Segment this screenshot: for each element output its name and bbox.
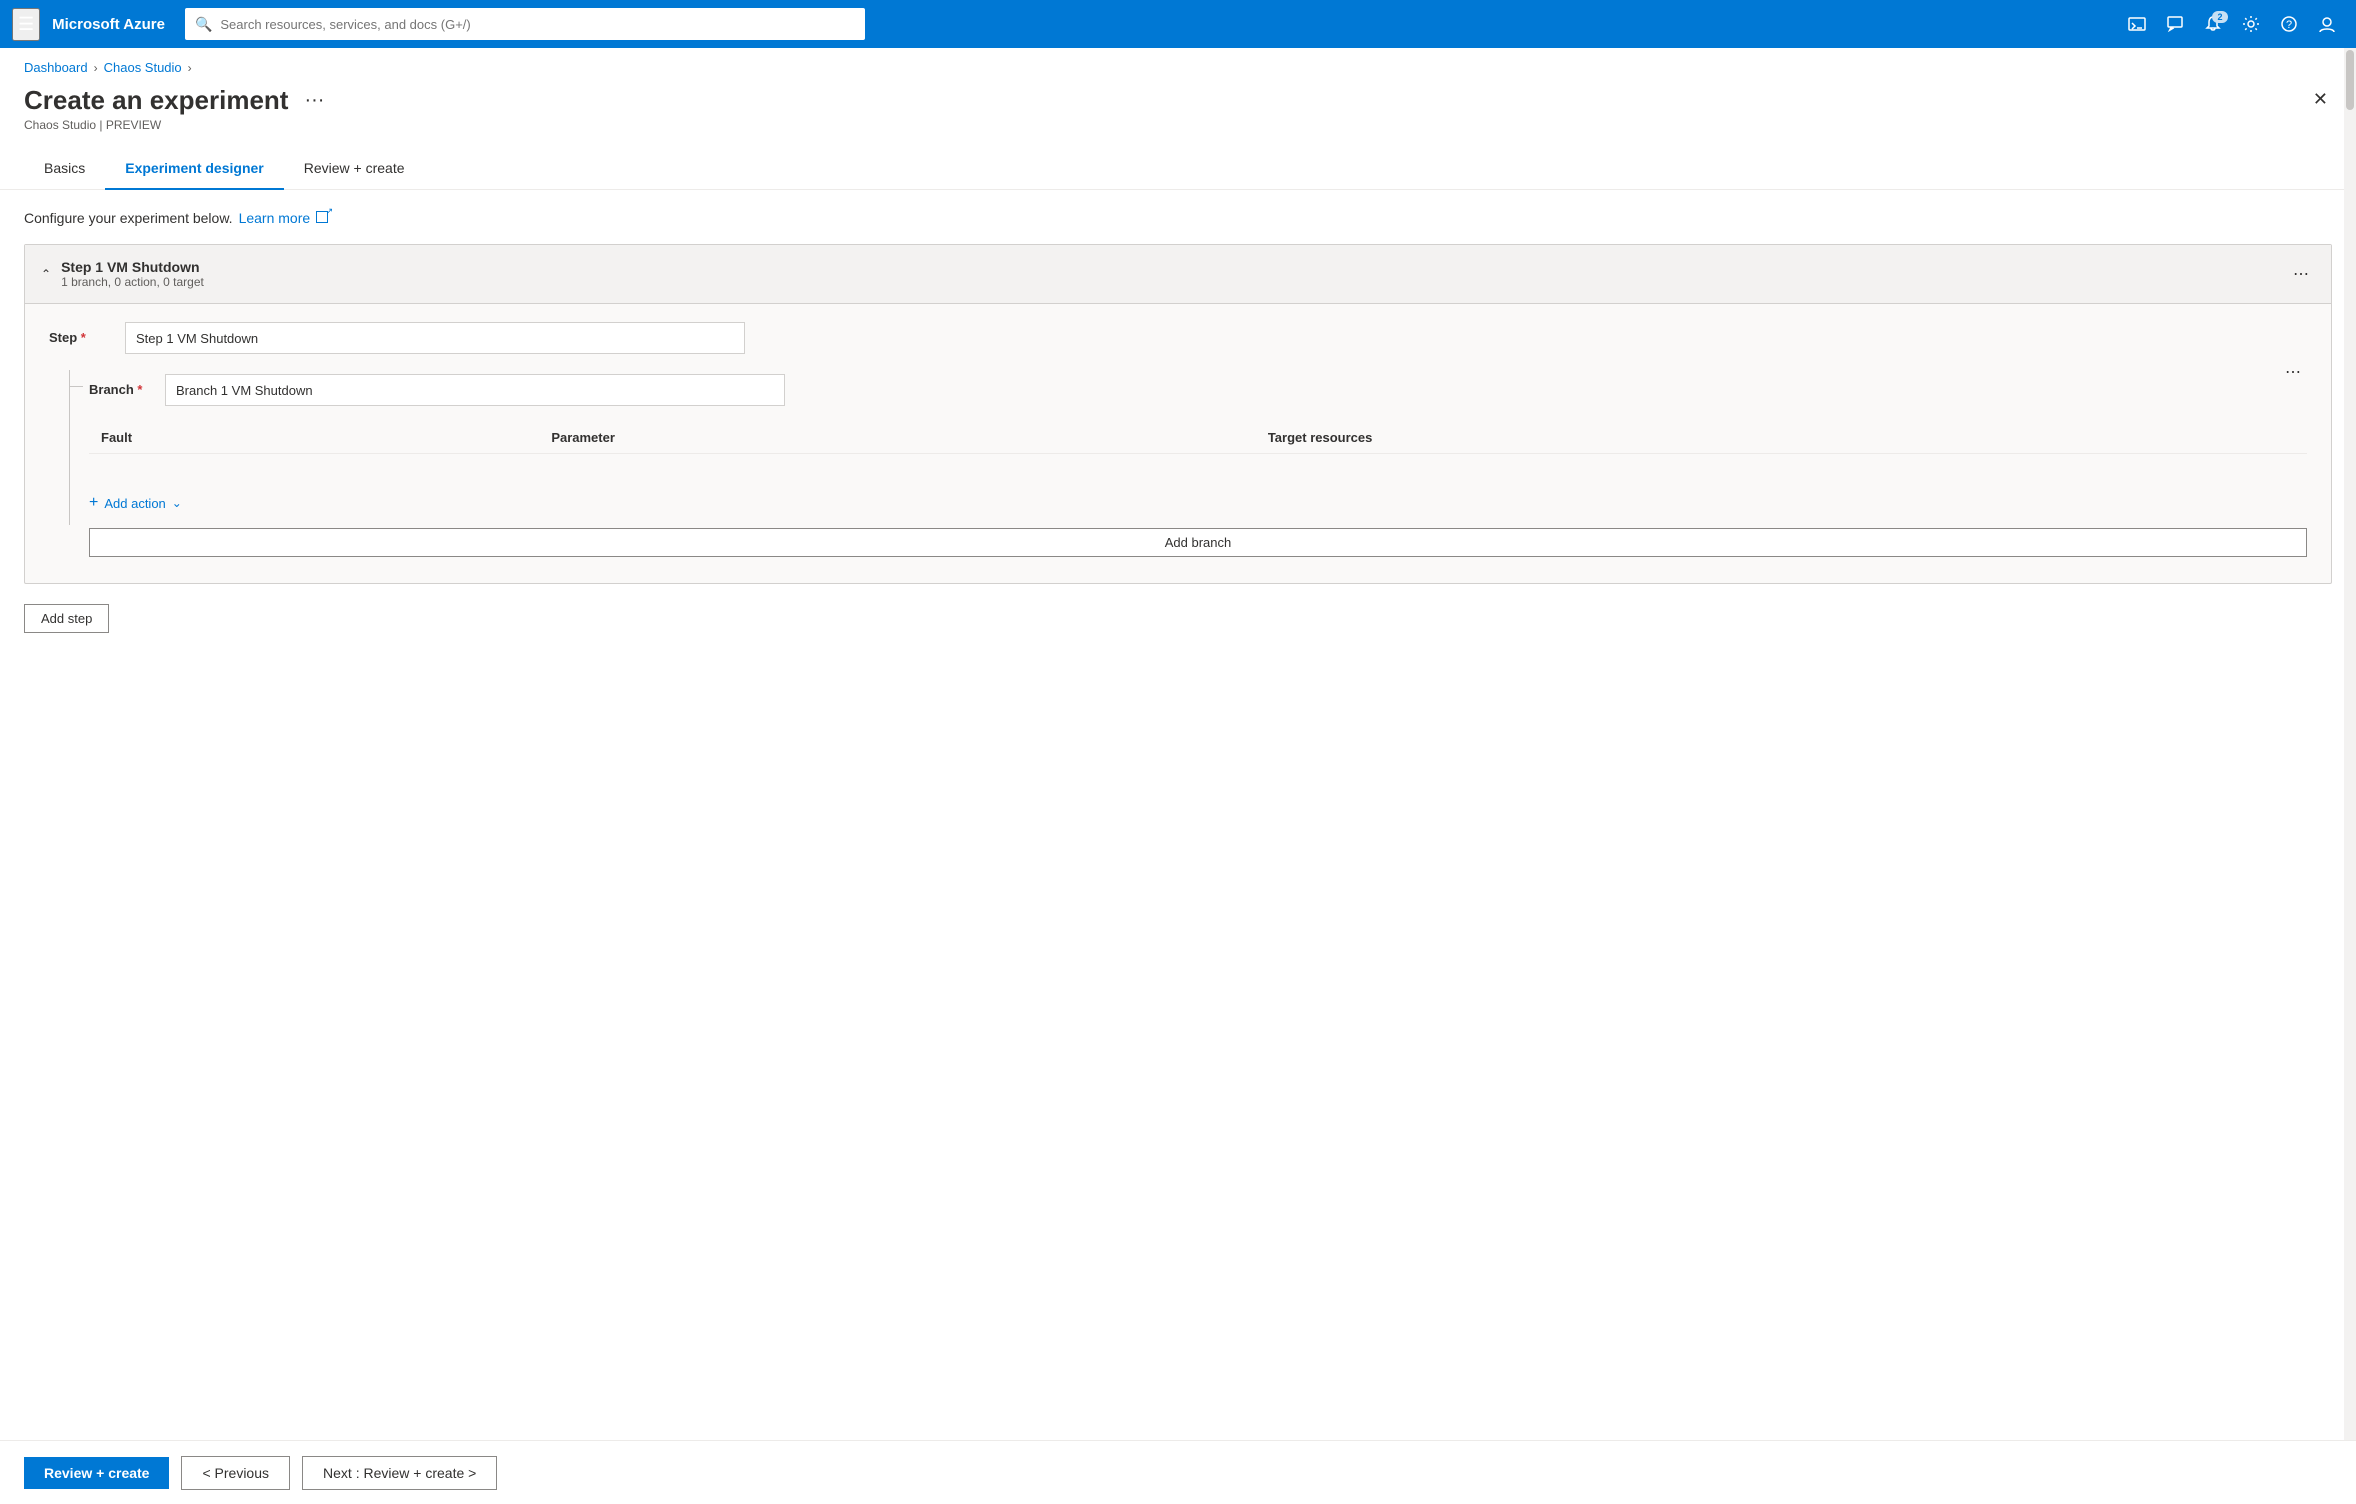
previous-button[interactable]: < Previous <box>181 1456 290 1490</box>
step-more-button[interactable]: ⋯ <box>2287 262 2315 286</box>
branch-label: Branch * <box>89 374 149 397</box>
add-action-chevron-icon: ⌄ <box>172 496 182 510</box>
breadcrumb-chaos-studio[interactable]: Chaos Studio <box>104 60 182 75</box>
search-box: 🔍 <box>185 8 865 40</box>
tab-experiment-designer[interactable]: Experiment designer <box>105 150 284 190</box>
topbar: ☰ Microsoft Azure 🔍 2 ? <box>0 0 2356 48</box>
app-logo: Microsoft Azure <box>52 16 165 33</box>
add-branch-button[interactable]: Add branch <box>89 528 2307 557</box>
search-icon: 🔍 <box>195 16 212 33</box>
fault-empty-row <box>89 454 2307 471</box>
step-name: Step 1 VM Shutdown <box>61 259 204 275</box>
topbar-actions: 2 ? <box>2120 9 2344 39</box>
notification-count: 2 <box>2212 11 2228 23</box>
step-info: Step 1 VM Shutdown 1 branch, 0 action, 0… <box>61 259 204 289</box>
add-action-label: Add action <box>104 496 165 511</box>
cloud-shell-button[interactable] <box>2120 9 2154 39</box>
help-button[interactable]: ? <box>2272 9 2306 39</box>
fault-table-body <box>89 454 2307 471</box>
fault-col-header: Fault <box>89 422 539 454</box>
tab-basics[interactable]: Basics <box>24 150 105 190</box>
scrollbar-thumb[interactable] <box>2346 50 2354 110</box>
account-button[interactable] <box>2310 9 2344 39</box>
config-hint: Configure your experiment below. Learn m… <box>24 210 2332 226</box>
content-area: Configure your experiment below. Learn m… <box>0 190 2356 653</box>
notifications-button[interactable]: 2 <box>2196 9 2230 39</box>
tab-review-create[interactable]: Review + create <box>284 150 425 190</box>
add-action-plus-icon: + <box>89 494 98 512</box>
settings-button[interactable] <box>2234 9 2268 39</box>
target-col-header: Target resources <box>1256 422 2307 454</box>
page-title-area: Create an experiment ··· <box>24 85 328 116</box>
step-header-left: ⌃ Step 1 VM Shutdown 1 branch, 0 action,… <box>41 259 204 289</box>
close-button[interactable]: ✕ <box>2309 85 2332 114</box>
tabs: Basics Experiment designer Review + crea… <box>0 132 2356 190</box>
review-create-button[interactable]: Review + create <box>24 1457 169 1489</box>
bottom-bar: Review + create < Previous Next : Review… <box>0 1440 2356 1504</box>
breadcrumb-sep-2: › <box>188 61 192 75</box>
page-title: Create an experiment <box>24 85 288 116</box>
parameter-col-header: Parameter <box>539 422 1256 454</box>
step-meta: 1 branch, 0 action, 0 target <box>61 275 204 289</box>
step-label: Step * <box>49 322 109 345</box>
learn-more-link[interactable]: Learn more <box>239 210 311 226</box>
branch-input[interactable] <box>165 374 785 406</box>
page-subtitle: Chaos Studio | PREVIEW <box>0 116 2356 132</box>
breadcrumb: Dashboard › Chaos Studio › <box>0 48 2356 81</box>
scrollbar-track[interactable] <box>2344 48 2356 1444</box>
config-hint-text: Configure your experiment below. <box>24 210 233 226</box>
step-form-row: Step * <box>49 322 2307 354</box>
step-input[interactable] <box>125 322 745 354</box>
svg-text:?: ? <box>2286 19 2292 31</box>
branch-form-row: Branch * <box>89 370 2307 406</box>
fault-table-header: Fault Parameter Target resources <box>89 422 2307 454</box>
search-input[interactable] <box>220 17 855 32</box>
add-action-row[interactable]: + Add action ⌄ <box>89 486 2307 528</box>
external-link-icon: ↗ <box>316 211 328 223</box>
step-required-marker: * <box>81 330 86 345</box>
breadcrumb-dashboard[interactable]: Dashboard <box>24 60 88 75</box>
step-collapse-chevron[interactable]: ⌃ <box>41 267 51 281</box>
feedback-button[interactable] <box>2158 9 2192 39</box>
hamburger-menu[interactable]: ☰ <box>12 8 40 41</box>
branch-area: ⋯ Branch * Fault Parameter Ta <box>49 370 2307 565</box>
step-card: ⌃ Step 1 VM Shutdown 1 branch, 0 action,… <box>24 244 2332 584</box>
branch-required-marker: * <box>137 382 142 397</box>
next-button[interactable]: Next : Review + create > <box>302 1456 497 1490</box>
fault-table: Fault Parameter Target resources <box>89 422 2307 470</box>
add-step-button[interactable]: Add step <box>24 604 109 633</box>
step-body: Step * ⋯ Branch * <box>25 304 2331 583</box>
breadcrumb-sep-1: › <box>94 61 98 75</box>
page-header: Create an experiment ··· ✕ <box>0 81 2356 116</box>
page-more-button[interactable]: ··· <box>300 89 328 112</box>
step-card-header: ⌃ Step 1 VM Shutdown 1 branch, 0 action,… <box>25 245 2331 304</box>
branch-connector <box>69 370 71 525</box>
